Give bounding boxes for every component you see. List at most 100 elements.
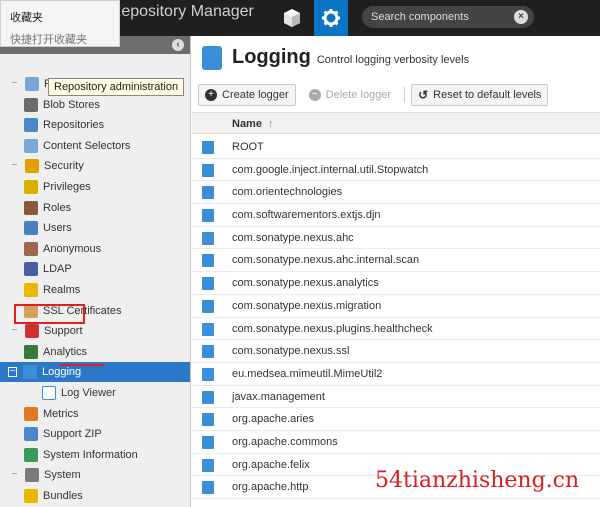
logger-name: com.sonatype.nexus.analytics (232, 277, 379, 290)
logger-name: com.sonatype.nexus.ahc (232, 231, 354, 244)
sidebar-item-label: Metrics (43, 407, 79, 420)
logger-row[interactable]: com.sonatype.nexus.ahc (192, 227, 600, 250)
bundles-icon (24, 489, 38, 503)
logger-name: javax.management (232, 390, 325, 403)
logger-row[interactable]: org.apache.commons (192, 431, 600, 454)
sidebar-item-log-viewer[interactable]: Log Viewer (0, 383, 190, 403)
ldap-icon (24, 262, 38, 277)
search-input[interactable]: Search components × (362, 6, 534, 28)
sidebar-item-bundles[interactable]: Bundles (0, 486, 190, 506)
create-logger-label: Create logger (222, 89, 289, 101)
sidebar-item-users[interactable]: Users (0, 218, 190, 238)
collapse-toggle-icon[interactable]: − (10, 156, 19, 176)
admin-button[interactable] (314, 0, 348, 36)
collapse-sidebar-icon[interactable]: ‹ (172, 39, 184, 51)
logger-row[interactable]: com.sonatype.nexus.migration (192, 295, 600, 318)
favorites-popup[interactable]: 收藏夹 快捷打开收藏夹 (0, 0, 120, 47)
logger-row[interactable]: com.orientechnologies (192, 181, 600, 205)
collapse-toggle-icon[interactable]: − (10, 465, 19, 485)
sidebar-item-label: Realms (43, 284, 81, 296)
name-column-header[interactable]: Name ↑ (232, 113, 274, 135)
main-panel: Logging Control logging verbosity levels… (192, 36, 600, 507)
database-icon (25, 77, 39, 91)
sidebar-item-blob-stores[interactable]: Blob Stores (0, 95, 190, 115)
sidebar-item-privileges[interactable]: Privileges (0, 177, 190, 197)
logging-underline (60, 364, 104, 366)
collapse-toggle-icon[interactable]: − (10, 74, 19, 94)
sidebar-item-realms[interactable]: Realms (0, 280, 190, 300)
reset-icon: ↺ (418, 88, 429, 102)
toolbar-divider (404, 87, 406, 103)
sidebar-item-label: Support ZIP (43, 428, 102, 441)
sidebar-item-system[interactable]: − System (0, 465, 190, 485)
search-placeholder: Search components (371, 11, 469, 23)
logger-row[interactable]: com.sonatype.nexus.analytics (192, 272, 600, 295)
logger-icon (202, 186, 214, 200)
sidebar-item-repositories[interactable]: Repositories (0, 115, 190, 135)
cube-icon (284, 9, 300, 27)
support-icon (25, 324, 39, 339)
sidebar-item-support[interactable]: − Support (0, 321, 190, 341)
collapse-toggle-icon[interactable]: − (8, 367, 17, 378)
logger-icon (202, 367, 214, 381)
sidebar-item-label: Roles (43, 201, 72, 214)
analytics-icon (24, 344, 38, 359)
sidebar-item-security[interactable]: − Security (0, 156, 190, 176)
favorites-shortcut: 快捷打开收藏夹 (10, 34, 87, 46)
logger-row[interactable]: com.sonatype.nexus.plugins.healthcheck (192, 318, 600, 341)
sidebar-item-label: Repositories (43, 119, 105, 132)
sidebar-item-label: Security (44, 160, 84, 173)
sidebar-item-roles[interactable]: Roles (0, 198, 190, 218)
anonymous-icon (24, 241, 38, 256)
minus-icon: − (308, 89, 321, 101)
blobstore-icon (24, 97, 38, 112)
logger-name: org.apache.felix (232, 458, 310, 471)
sidebar-item-analytics[interactable]: Analytics (0, 342, 190, 362)
grid-header: Name ↑ (192, 112, 600, 134)
reset-levels-button[interactable]: ↺ Reset to default levels (411, 84, 549, 106)
repositories-icon (24, 118, 38, 133)
logger-icon (202, 481, 214, 495)
sidebar-item-label: Privileges (43, 181, 91, 193)
create-logger-button[interactable]: + Create logger (198, 84, 296, 106)
logger-row[interactable]: com.sonatype.nexus.ahc.internal.scan (192, 249, 600, 273)
info-icon (24, 447, 38, 462)
realms-icon (24, 283, 38, 297)
logger-row[interactable]: com.softwarementors.extjs.djn (192, 204, 600, 227)
logger-row[interactable]: com.sonatype.nexus.ssl (192, 340, 600, 363)
delete-logger-button[interactable]: − Delete logger (302, 84, 398, 106)
sidebar-item-system-information[interactable]: System Information (0, 445, 190, 465)
logger-icon (202, 231, 214, 245)
sidebar-item-content-selectors[interactable]: Content Selectors (0, 136, 190, 156)
logger-name: org.apache.http (232, 481, 309, 494)
logging-toolbar: + Create logger − Delete logger ↺ Reset … (198, 83, 554, 107)
collapse-toggle-icon[interactable]: − (10, 321, 19, 341)
logger-name: com.sonatype.nexus.ssl (232, 345, 350, 358)
logger-name: org.apache.aries (232, 413, 314, 426)
logger-grid: ROOT com.google.inject.internal.util.Stop… (192, 136, 600, 499)
log-viewer-icon (42, 386, 56, 400)
clear-search-icon[interactable]: × (514, 10, 528, 24)
selector-icon (24, 138, 38, 153)
sidebar-item-label: LDAP (43, 263, 72, 276)
logger-icon (202, 277, 214, 291)
sidebar-item-support-zip[interactable]: Support ZIP (0, 424, 190, 444)
sidebar-item-ldap[interactable]: LDAP (0, 259, 190, 279)
sidebar-item-anonymous[interactable]: Anonymous (0, 239, 190, 259)
logger-name: eu.medsea.mimeutil.MimeUtil2 (232, 367, 383, 380)
support-highlight (14, 304, 85, 324)
sidebar-item-metrics[interactable]: Metrics (0, 404, 190, 424)
browse-button[interactable] (275, 0, 309, 36)
logger-name: com.sonatype.nexus.migration (232, 299, 382, 312)
logger-row[interactable]: ROOT (192, 136, 600, 159)
logger-row[interactable]: com.google.inject.internal.util.Stopwatc… (192, 159, 600, 182)
sidebar-item-label: Anonymous (43, 242, 102, 255)
logger-icon (202, 254, 214, 268)
logger-icon (202, 163, 214, 177)
logger-row[interactable]: eu.medsea.mimeutil.MimeUtil2 (192, 363, 600, 386)
logger-row[interactable]: org.apache.aries (192, 408, 600, 431)
logging-icon (23, 365, 37, 380)
sidebar-item-label: Blob Stores (43, 98, 100, 111)
logger-row[interactable]: javax.management (192, 386, 600, 409)
system-icon (25, 468, 39, 483)
